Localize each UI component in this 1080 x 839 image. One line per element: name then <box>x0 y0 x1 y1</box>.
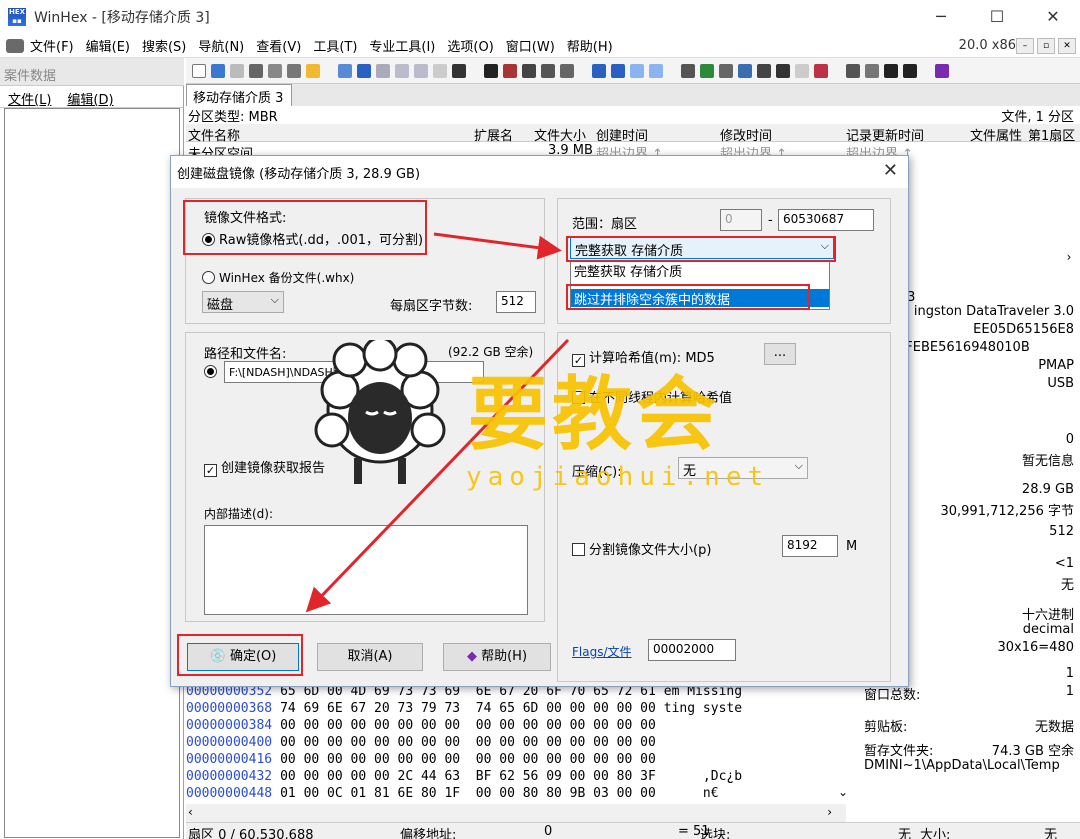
watermark-url: yaojiaohui.net <box>466 462 770 492</box>
watermark-text: 要教会 <box>468 367 720 461</box>
sheep-logo-icon <box>314 340 446 484</box>
arrow-to-acquire <box>433 232 562 260</box>
